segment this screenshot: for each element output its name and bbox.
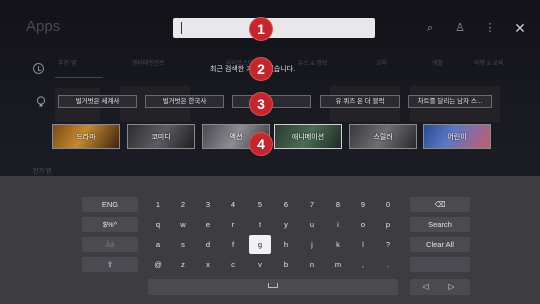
backspace-key[interactable]: ⌫ bbox=[410, 197, 470, 212]
genre-label: 코미디 bbox=[151, 133, 171, 141]
shift-key[interactable]: ⇧ bbox=[82, 257, 138, 272]
genre-label: 어린이 bbox=[447, 133, 467, 141]
right-arrow-key[interactable]: ▷ bbox=[442, 279, 461, 295]
tab-living[interactable]: 생활 bbox=[432, 58, 443, 67]
left-arrow-key[interactable]: ◁ bbox=[416, 279, 435, 295]
search-key[interactable]: Search bbox=[410, 217, 470, 232]
key-n[interactable]: n bbox=[302, 257, 322, 272]
key-0[interactable]: 0 bbox=[378, 197, 398, 212]
keyword-chip[interactable]: 벌거벗은 세계사 bbox=[58, 95, 137, 108]
keyword-chip[interactable]: 차트를 달리는 남자 스... bbox=[408, 95, 492, 108]
key-x[interactable]: x bbox=[198, 257, 218, 272]
genre-tile-animation[interactable]: 애니메이션 bbox=[274, 124, 342, 149]
key-m[interactable]: m bbox=[328, 257, 348, 272]
space-icon bbox=[268, 283, 278, 288]
key-9[interactable]: 9 bbox=[353, 197, 373, 212]
tab-education[interactable]: 교육 bbox=[376, 58, 387, 67]
key-1[interactable]: 1 bbox=[148, 197, 168, 212]
key-h[interactable]: h bbox=[276, 237, 296, 252]
genre-tile-thriller[interactable]: 스릴러 bbox=[349, 124, 417, 149]
callout-1: 1 bbox=[250, 18, 272, 40]
key-j[interactable]: j bbox=[302, 237, 322, 252]
language-key[interactable]: ENG bbox=[82, 197, 138, 212]
key-2[interactable]: 2 bbox=[173, 197, 193, 212]
genre-tile-kids[interactable]: 어린이 bbox=[423, 124, 491, 149]
key-6[interactable]: 6 bbox=[276, 197, 296, 212]
key-period[interactable]: . bbox=[378, 257, 398, 272]
key-l[interactable]: l bbox=[353, 237, 373, 252]
genre-label: 드라마 bbox=[76, 133, 96, 141]
genre-label: 스릴러 bbox=[373, 133, 393, 141]
close-icon[interactable]: ✕ bbox=[514, 21, 526, 35]
key-3[interactable]: 3 bbox=[198, 197, 218, 212]
on-screen-keyboard: ENG $%^ Àà ⇧ 1 2 3 4 5 6 7 8 9 0 q w e r… bbox=[0, 176, 540, 304]
key-y[interactable]: y bbox=[276, 217, 296, 232]
top-icon-bar: ⌕ ♙ ⋮ ✕ bbox=[424, 21, 526, 35]
key-p[interactable]: p bbox=[378, 217, 398, 232]
key-r[interactable]: r bbox=[223, 217, 243, 232]
keyword-chip[interactable]: 유 퀴즈 온 더 블럭 bbox=[320, 95, 400, 108]
key-b[interactable]: b bbox=[276, 257, 296, 272]
cursor-arrows: ◁ ▷ bbox=[410, 279, 470, 295]
key-question[interactable]: ? bbox=[378, 237, 398, 252]
callout-3: 3 bbox=[250, 93, 272, 115]
key-e[interactable]: e bbox=[198, 217, 218, 232]
tab-entertainment[interactable]: 엔터테인먼트 bbox=[132, 58, 165, 67]
history-divider bbox=[55, 77, 103, 78]
clear-all-key[interactable]: Clear All bbox=[410, 237, 470, 252]
key-at[interactable]: @ bbox=[148, 257, 168, 272]
key-f[interactable]: f bbox=[223, 237, 243, 252]
key-q[interactable]: q bbox=[148, 217, 168, 232]
key-v[interactable]: v bbox=[250, 257, 270, 272]
key-o[interactable]: o bbox=[353, 217, 373, 232]
profile-icon[interactable]: ♙ bbox=[454, 22, 466, 34]
apps-search-screen: Apps ⌕ ♙ ⋮ ✕ 추천 앱 엔터테인먼트 라이프스타일 뉴스 & 정보 … bbox=[0, 0, 540, 304]
callout-4: 4 bbox=[250, 133, 272, 155]
blank-key[interactable] bbox=[410, 257, 470, 272]
text-caret bbox=[181, 22, 182, 34]
key-8[interactable]: 8 bbox=[328, 197, 348, 212]
key-7[interactable]: 7 bbox=[302, 197, 322, 212]
genre-label: 애니메이션 bbox=[291, 133, 325, 141]
key-k[interactable]: k bbox=[328, 237, 348, 252]
key-4[interactable]: 4 bbox=[223, 197, 243, 212]
accents-key[interactable]: Àà bbox=[82, 237, 138, 252]
section-label: 인기 앱 bbox=[33, 169, 52, 175]
key-5[interactable]: 5 bbox=[250, 197, 270, 212]
key-u[interactable]: u bbox=[302, 217, 322, 232]
genre-tile-drama[interactable]: 드라마 bbox=[52, 124, 120, 149]
space-key[interactable] bbox=[148, 279, 398, 295]
more-icon[interactable]: ⋮ bbox=[484, 22, 496, 34]
key-z[interactable]: z bbox=[173, 257, 193, 272]
key-t[interactable]: t bbox=[250, 217, 270, 232]
tab-recommended[interactable]: 추천 앱 bbox=[58, 58, 76, 67]
key-s[interactable]: s bbox=[173, 237, 193, 252]
key-g-selected[interactable]: g bbox=[249, 235, 271, 254]
symbols-key[interactable]: $%^ bbox=[82, 217, 138, 232]
genre-tile-comedy[interactable]: 코미디 bbox=[127, 124, 195, 149]
genre-label: 액션 bbox=[229, 133, 243, 141]
key-c[interactable]: c bbox=[223, 257, 243, 272]
key-comma[interactable]: , bbox=[353, 257, 373, 272]
search-input[interactable] bbox=[173, 18, 375, 38]
callout-2: 2 bbox=[250, 58, 272, 80]
keyword-chip[interactable]: 벌거벗은 한국사 bbox=[145, 95, 224, 108]
tab-travel[interactable]: 여행 & 교육 bbox=[474, 58, 503, 67]
tab-news[interactable]: 뉴스 & 정보 bbox=[298, 58, 327, 67]
history-icon bbox=[33, 63, 44, 74]
app-title: Apps bbox=[26, 18, 61, 35]
key-w[interactable]: w bbox=[173, 217, 193, 232]
search-icon[interactable]: ⌕ bbox=[424, 22, 436, 34]
key-d[interactable]: d bbox=[198, 237, 218, 252]
lightbulb-icon bbox=[36, 96, 46, 108]
key-a[interactable]: a bbox=[148, 237, 168, 252]
key-i[interactable]: i bbox=[328, 217, 348, 232]
